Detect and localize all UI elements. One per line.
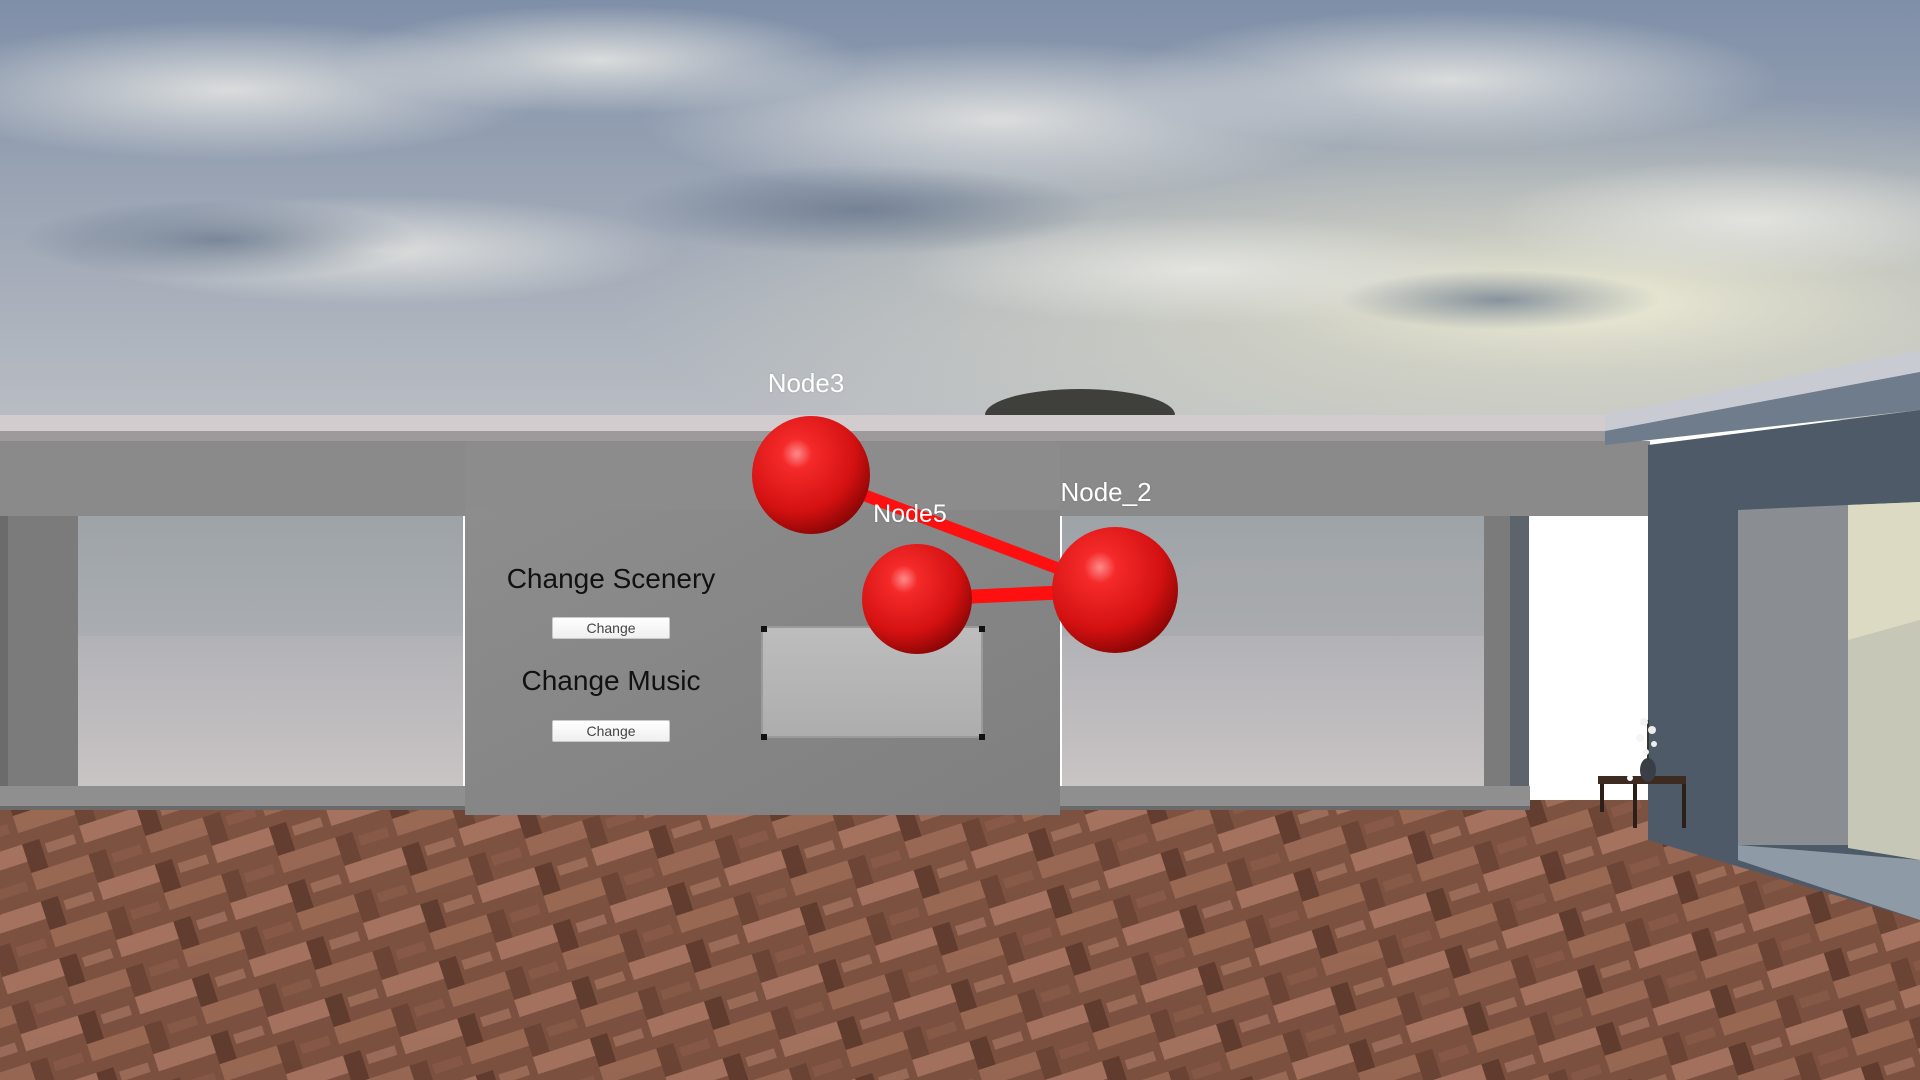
scene-render — [0, 0, 1920, 1080]
screen-resize-corner-top-left[interactable] — [761, 626, 767, 632]
graph-node-node5[interactable] — [862, 544, 972, 654]
change-scenery-heading: Change Scenery — [506, 563, 716, 594]
change-music-button[interactable]: Change — [552, 720, 670, 742]
game-viewport[interactable]: Node3 Node5 Node_2 Change Scenery Change… — [0, 0, 1920, 1080]
graph-node-node3[interactable] — [752, 416, 870, 534]
parquet-herringbone-floor — [0, 800, 1920, 1080]
change-scenery-button[interactable]: Change — [552, 617, 670, 639]
screen-resize-corner-bottom-right[interactable] — [979, 734, 985, 740]
node-label-node3: Node3 — [767, 368, 845, 398]
screen-resize-corner-bottom-left[interactable] — [761, 734, 767, 740]
node-label-node5: Node5 — [873, 500, 947, 528]
screen-resize-corner-top-right[interactable] — [979, 626, 985, 632]
node-label-node2: Node_2 — [1060, 477, 1152, 507]
right-wall — [1605, 350, 1920, 920]
graph-node-node2[interactable] — [1052, 527, 1178, 653]
change-music-heading: Change Music — [521, 665, 701, 696]
sky-clouds — [0, 0, 1920, 441]
